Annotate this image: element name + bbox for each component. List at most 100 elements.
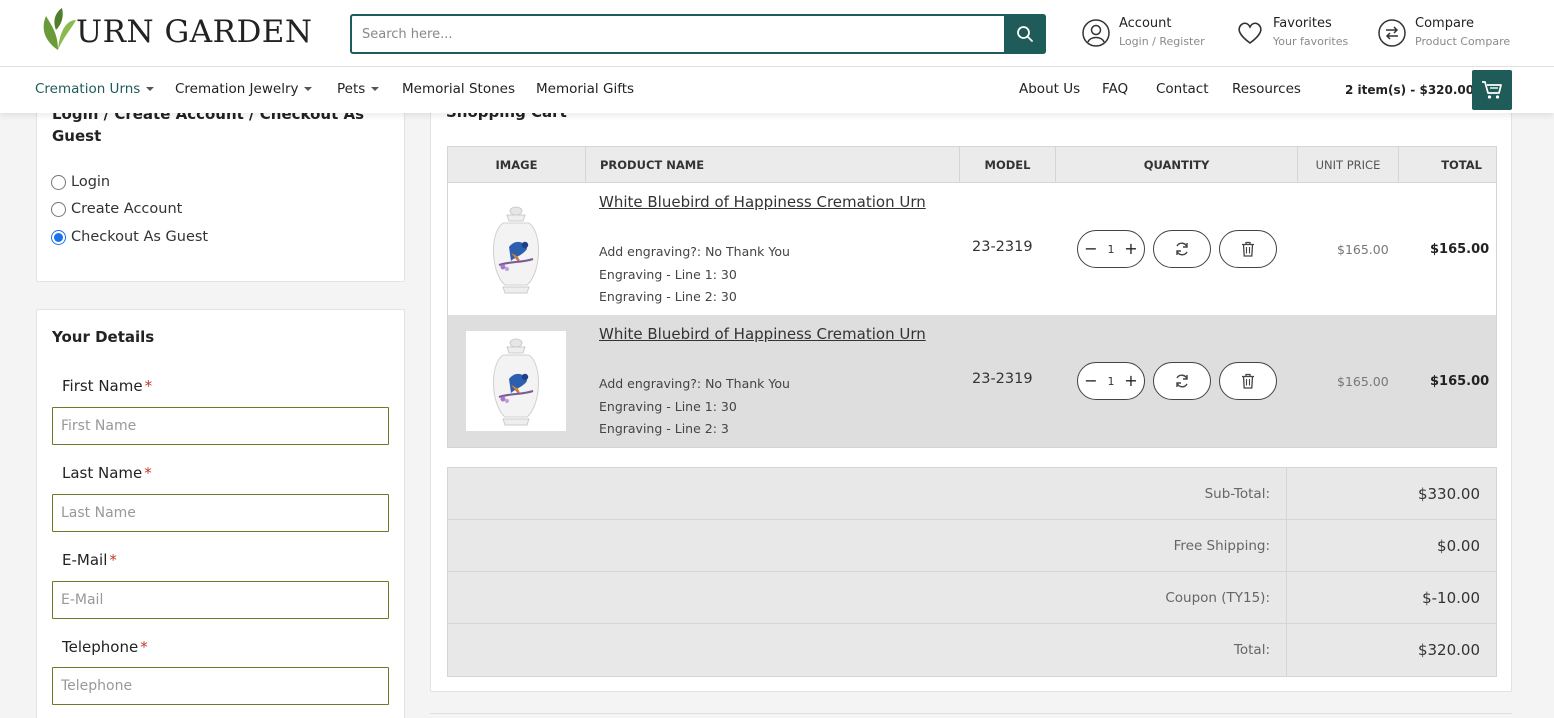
product-model: 23-2319 <box>972 239 1033 255</box>
table-row: White Bluebird of Happiness Cremation Ur… <box>448 183 1496 315</box>
search-input[interactable] <box>362 24 992 44</box>
compare-link[interactable]: Compare Product Compare <box>1377 16 1527 52</box>
nav-label: Pets <box>337 81 366 97</box>
totals-divider <box>1286 572 1287 623</box>
compare-sub: Product Compare <box>1415 35 1511 48</box>
brand-name: URN GARDEN <box>76 14 313 50</box>
totals-value: $330.00 <box>1417 485 1480 503</box>
favorites-sub: Your favorites <box>1273 35 1349 48</box>
account-link[interactable]: Account Login / Register <box>1081 16 1221 52</box>
label-text: E-Mail <box>62 551 108 569</box>
quantity-input[interactable] <box>1101 242 1121 256</box>
product-image[interactable] <box>466 331 566 431</box>
email-field[interactable] <box>52 581 389 619</box>
nav-memorial-stones[interactable]: Memorial Stones <box>402 81 515 97</box>
urn-image-icon <box>492 206 540 294</box>
favorites-link[interactable]: Favorites Your favorites <box>1235 16 1365 52</box>
product-option: Add engraving?: No Thank You <box>599 376 790 391</box>
line-total: $165.00 <box>1430 374 1490 389</box>
logo[interactable]: URN GARDEN <box>38 6 318 60</box>
top-header: URN GARDEN Account Login / Register Favo… <box>0 0 1554 67</box>
totals-label: Total: <box>1233 642 1270 658</box>
chevron-down-icon <box>304 87 313 91</box>
totals-row: Sub-Total: $330.00 <box>448 468 1496 520</box>
nav-memorial-gifts[interactable]: Memorial Gifts <box>536 81 634 97</box>
label-text: Telephone <box>62 638 139 656</box>
login-radio[interactable] <box>51 174 66 190</box>
minus-icon[interactable]: − <box>1084 373 1098 389</box>
first-name-field[interactable] <box>52 407 389 445</box>
last-name-field[interactable] <box>52 494 389 532</box>
product-image[interactable] <box>466 199 566 299</box>
nav-contact[interactable]: Contact <box>1156 81 1209 97</box>
nav-faq[interactable]: FAQ <box>1102 81 1128 97</box>
search-icon <box>1017 26 1033 42</box>
product-name-link[interactable]: White Bluebird of Happiness Cremation Ur… <box>599 325 926 343</box>
product-option: Engraving - Line 2: 30 <box>599 289 737 304</box>
option-checkout-guest[interactable]: Checkout As Guest <box>51 227 208 247</box>
remove-button[interactable] <box>1219 230 1277 268</box>
telephone-field[interactable] <box>52 667 389 705</box>
plus-icon[interactable]: + <box>1124 373 1138 389</box>
nav-about-us[interactable]: About Us <box>1019 81 1080 97</box>
totals-value: $-10.00 <box>1422 589 1480 607</box>
totals-row: Total: $320.00 <box>448 624 1496 676</box>
totals-divider <box>1286 624 1287 676</box>
nav-resources[interactable]: Resources <box>1232 81 1301 97</box>
quantity-stepper: − + <box>1077 362 1145 400</box>
last-name-label: Last Name * <box>62 464 152 482</box>
search-bar <box>350 14 1046 54</box>
col-product-name: PRODUCT NAME <box>586 147 960 183</box>
nav-cremation-jewelry[interactable]: Cremation Jewelry <box>175 81 313 97</box>
shopping-cart-panel: Shopping Cart IMAGE PRODUCT NAME MODEL Q… <box>430 90 1512 692</box>
account-sub: Login / Register <box>1119 35 1205 48</box>
totals-divider <box>1286 520 1287 571</box>
product-name-link[interactable]: White Bluebird of Happiness Cremation Ur… <box>599 193 926 211</box>
compare-icon <box>1378 19 1406 47</box>
remove-button[interactable] <box>1219 362 1277 400</box>
urn-image-icon <box>492 338 540 426</box>
your-details-panel: Your Details First Name* Last Name* E-Ma… <box>36 309 405 718</box>
first-name-label: First Name * <box>62 377 152 395</box>
nav-cremation-urns[interactable]: Cremation Urns <box>35 81 155 97</box>
product-option: Engraving - Line 2: 3 <box>599 421 729 436</box>
option-create-account[interactable]: Create Account <box>51 199 182 219</box>
required-mark: * <box>140 638 148 656</box>
heart-icon <box>1238 22 1262 44</box>
leaf-logo-icon <box>43 8 76 50</box>
cart-icon <box>1482 81 1502 99</box>
totals-label: Free Shipping: <box>1173 538 1270 554</box>
trash-icon <box>1242 241 1254 257</box>
minus-icon[interactable]: − <box>1084 241 1098 257</box>
col-model: MODEL <box>960 147 1056 183</box>
unit-price: $165.00 <box>1337 374 1389 389</box>
update-button[interactable] <box>1153 230 1211 268</box>
your-details-heading: Your Details <box>52 328 155 346</box>
option-login[interactable]: Login <box>51 172 110 192</box>
cart-button[interactable] <box>1472 70 1512 110</box>
email-label: E-Mail * <box>62 551 117 569</box>
favorites-title: Favorites <box>1273 16 1332 31</box>
search-button[interactable] <box>1004 14 1046 54</box>
create-account-radio[interactable] <box>51 201 66 217</box>
option-label: Create Account <box>71 201 183 217</box>
cart-totals: Sub-Total: $330.00 Free Shipping: $0.00 … <box>447 467 1497 677</box>
plus-icon[interactable]: + <box>1124 241 1138 257</box>
label-text: Last Name <box>62 464 143 482</box>
totals-row: Coupon (TY15): $-10.00 <box>448 572 1496 624</box>
refresh-icon <box>1176 374 1188 388</box>
col-unit-price: UNIT PRICE <box>1298 147 1399 183</box>
col-total: TOTAL <box>1441 158 1482 172</box>
col-quantity: QUANTITY <box>1056 147 1298 183</box>
telephone-label: Telephone * <box>62 638 148 656</box>
cart-summary[interactable]: 2 item(s) - $320.00 <box>1345 83 1474 97</box>
cart-table-header: IMAGE PRODUCT NAME MODEL QUANTITY UNIT P… <box>448 147 1496 183</box>
totals-value: $0.00 <box>1437 537 1480 555</box>
refresh-icon <box>1176 242 1188 256</box>
quantity-input[interactable] <box>1101 374 1121 388</box>
main-nav: Cremation Urns Cremation Jewelry Pets Me… <box>0 67 1554 113</box>
guest-radio[interactable] <box>51 229 66 245</box>
nav-label: Cremation Urns <box>35 81 141 97</box>
update-button[interactable] <box>1153 362 1211 400</box>
nav-pets[interactable]: Pets <box>337 81 380 97</box>
